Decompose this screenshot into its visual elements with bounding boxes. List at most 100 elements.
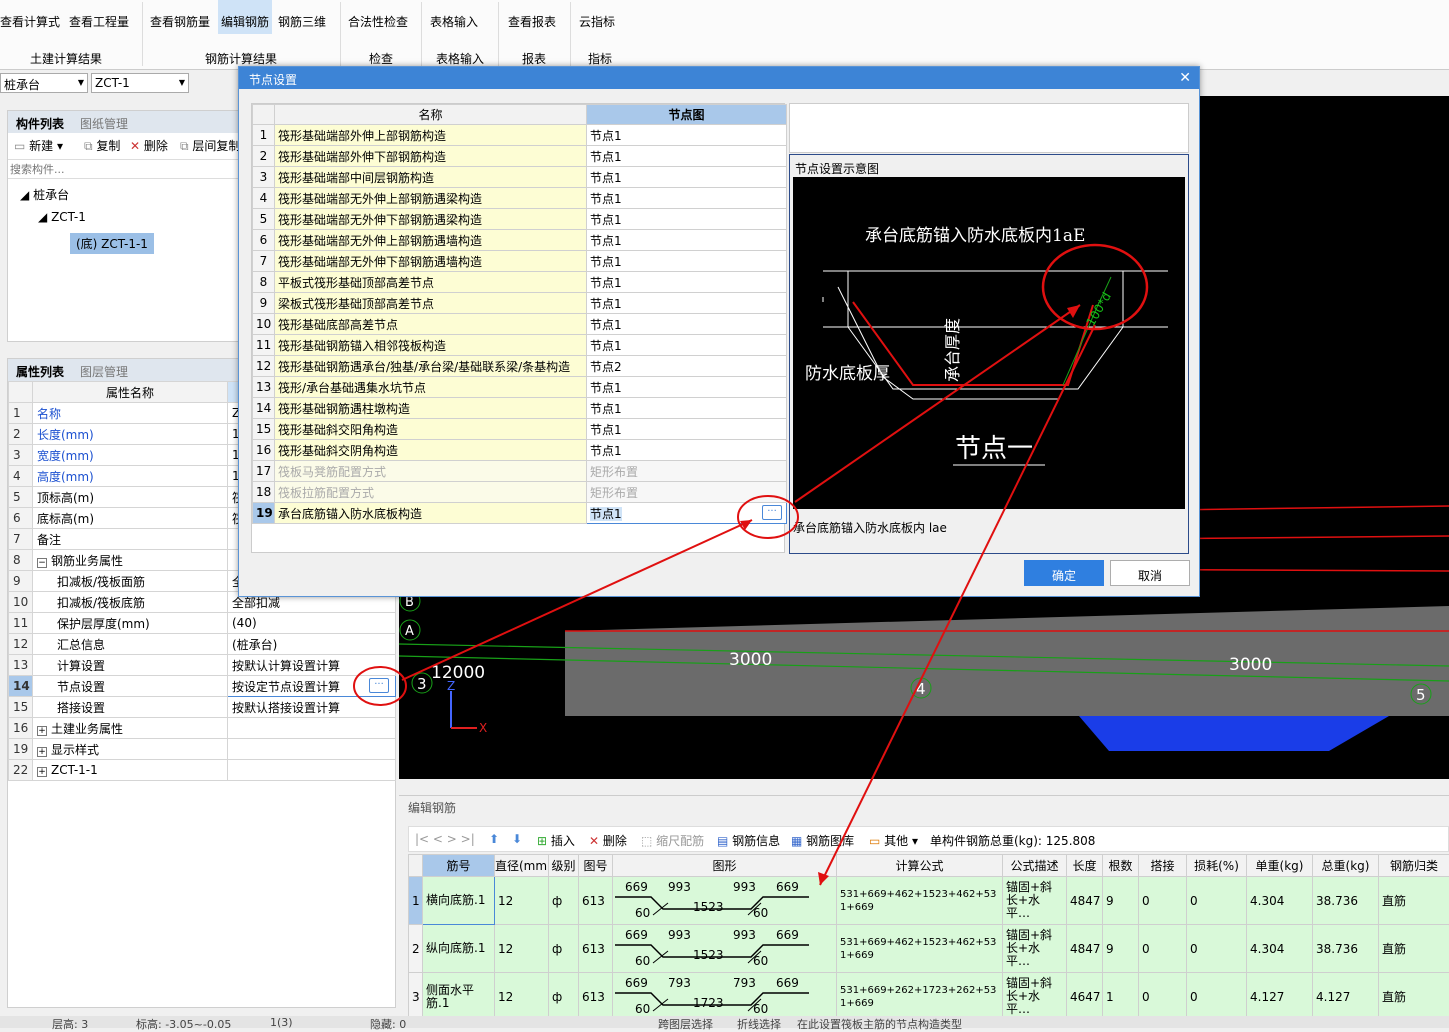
node-value[interactable]: 节点1 <box>587 188 787 209</box>
layer-copy-button[interactable]: ⧉ 层间复制 <box>180 137 240 154</box>
ribbon-legality-check-button[interactable]: 合法性检查 <box>348 13 408 30</box>
node-value[interactable]: 矩形布置 <box>587 461 787 482</box>
component-name-select[interactable]: ZCT-1▼ <box>91 73 189 93</box>
ribbon-view-rebar-button[interactable]: 查看钢筋量 <box>150 13 210 30</box>
rebar-diameter[interactable]: 12 <box>495 925 549 973</box>
node-row[interactable]: 10筏形基础底部高差节点节点1 <box>253 314 787 335</box>
node-row[interactable]: 15筏形基础斜交阳角构造节点1 <box>253 419 787 440</box>
node-value[interactable]: 节点1··· <box>587 503 787 524</box>
node-value[interactable]: 节点1 <box>587 440 787 461</box>
node-value[interactable]: 节点1 <box>587 125 787 146</box>
rebar-count[interactable]: 9 <box>1103 925 1139 973</box>
property-row[interactable]: 16+土建业务属性 <box>9 718 396 739</box>
node-value[interactable]: 节点1 <box>587 398 787 419</box>
property-value[interactable]: 按默认计算设置计算 <box>228 655 396 676</box>
node-value[interactable]: 节点1 <box>587 167 787 188</box>
node-value[interactable]: 节点1 <box>587 314 787 335</box>
rebar-count[interactable]: 9 <box>1103 877 1139 925</box>
rebar-delete-button[interactable]: ✕ 删除 <box>589 832 627 849</box>
rebar-level[interactable]: ф <box>549 877 579 925</box>
node-row[interactable]: 1筏形基础端部外伸上部钢筋构造节点1 <box>253 125 787 146</box>
component-search-input[interactable] <box>8 159 238 179</box>
node-value[interactable]: 矩形布置 <box>587 482 787 503</box>
rebar-formula[interactable]: 531+669+262+1723+262+531+669 <box>837 973 1003 1021</box>
node-row[interactable]: 4筏形基础端部无外伸上部钢筋遇梁构造节点1 <box>253 188 787 209</box>
component-type-select[interactable]: 桩承台▼ <box>0 73 88 93</box>
rebar-figure-no[interactable]: 613 <box>579 877 613 925</box>
property-row[interactable]: 11保护层厚度(mm)(40) <box>9 613 396 634</box>
rebar-formula[interactable]: 531+669+462+1523+462+531+669 <box>837 877 1003 925</box>
tree-item-pile-cap[interactable]: ◢ 桩承台 <box>20 186 69 203</box>
rebar-formula-desc[interactable]: 锚固+斜长+水平… <box>1003 877 1067 925</box>
cancel-button[interactable]: 取消 <box>1110 560 1190 586</box>
node-row[interactable]: 3筏形基础端部中间层钢筋构造节点1 <box>253 167 787 188</box>
rebar-library-button[interactable]: ▦ 钢筋图库 <box>791 832 854 849</box>
node-value[interactable]: 节点1 <box>587 377 787 398</box>
tree-item-zct-1[interactable]: ◢ ZCT-1 <box>38 210 86 224</box>
property-value[interactable]: (桩承台) <box>228 634 396 655</box>
expand-toggle-icon[interactable]: + <box>37 747 47 757</box>
tab-drawing-manage[interactable]: 图纸管理 <box>80 115 128 132</box>
tree-item-zct-1-1[interactable]: (底) ZCT-1-1 <box>70 233 154 254</box>
tab-layer-manage[interactable]: 图层管理 <box>80 363 128 380</box>
rebar-category[interactable]: 直筋 <box>1379 973 1449 1021</box>
rebar-count[interactable]: 1 <box>1103 973 1139 1021</box>
property-row[interactable]: 15搭接设置按默认搭接设置计算 <box>9 697 396 718</box>
tab-property-list[interactable]: 属性列表 <box>16 363 64 380</box>
rebar-lap[interactable]: 0 <box>1139 925 1187 973</box>
node-row[interactable]: 8平板式筏形基础顶部高差节点节点1 <box>253 272 787 293</box>
ribbon-table-input-button[interactable]: 表格输入 <box>430 13 478 30</box>
rebar-level[interactable]: ф <box>549 973 579 1021</box>
node-value[interactable]: 节点1 <box>587 293 787 314</box>
ribbon-view-quantity-button[interactable]: 查看工程量 <box>69 13 129 30</box>
rebar-info-button[interactable]: ▤ 钢筋信息 <box>717 832 780 849</box>
node-row[interactable]: 11筏形基础钢筋锚入相邻筏板构造节点1 <box>253 335 787 356</box>
property-value[interactable] <box>228 760 396 781</box>
node-value[interactable]: 节点2 <box>587 356 787 377</box>
property-row[interactable]: 12汇总信息(桩承台) <box>9 634 396 655</box>
scale-rebar-button[interactable]: ⬚ 缩尺配筋 <box>641 832 704 849</box>
move-down-icon[interactable]: ⬇ <box>512 832 522 846</box>
status-item[interactable]: 跨图层选择 <box>658 1016 713 1032</box>
rebar-row[interactable]: 2纵向底筋.112ф61366999399366960152360531+669… <box>409 925 1449 973</box>
rebar-name[interactable]: 纵向底筋.1 <box>423 925 495 973</box>
property-row[interactable]: 13计算设置按默认计算设置计算 <box>9 655 396 676</box>
rebar-name[interactable]: 横向底筋.1 <box>423 877 495 925</box>
property-row[interactable]: 19+显示样式 <box>9 739 396 760</box>
rebar-shape-cell[interactable]: 66979379366960172360 <box>613 973 837 1021</box>
rebar-lap[interactable]: 0 <box>1139 973 1187 1021</box>
status-item[interactable]: 折线选择 <box>737 1016 781 1032</box>
node-row[interactable]: 16筏形基础斜交阴角构造节点1 <box>253 440 787 461</box>
delete-button[interactable]: ✕ 删除 <box>130 137 168 154</box>
node-value[interactable]: 节点1 <box>587 146 787 167</box>
rebar-lap[interactable]: 0 <box>1139 877 1187 925</box>
move-up-icon[interactable]: ⬆ <box>489 832 499 846</box>
rebar-name[interactable]: 侧面水平筋.1 <box>423 973 495 1021</box>
ellipsis-button[interactable]: ··· <box>762 505 782 520</box>
node-row[interactable]: 17筏板马凳筋配置方式矩形布置 <box>253 461 787 482</box>
rebar-figure-no[interactable]: 613 <box>579 973 613 1021</box>
node-value[interactable]: 节点1 <box>587 230 787 251</box>
property-row[interactable]: 22+ZCT-1-1 <box>9 760 396 781</box>
ellipsis-button[interactable]: ··· <box>369 678 389 693</box>
property-value[interactable]: 按设定节点设置计算··· <box>228 676 396 697</box>
node-row[interactable]: 19承台底筋锚入防水底板构造节点1··· <box>253 503 787 524</box>
rebar-level[interactable]: ф <box>549 925 579 973</box>
other-button[interactable]: ▭ 其他 ▾ <box>869 832 918 849</box>
rebar-figure-no[interactable]: 613 <box>579 925 613 973</box>
ok-button[interactable]: 确定 <box>1024 560 1104 586</box>
rebar-category[interactable]: 直筋 <box>1379 925 1449 973</box>
rebar-loss[interactable]: 0 <box>1187 877 1247 925</box>
property-value[interactable] <box>228 739 396 760</box>
ribbon-view-report-button[interactable]: 查看报表 <box>508 13 556 30</box>
nav-first-prev-next-last[interactable]: |< < > >| <box>415 832 475 846</box>
node-value[interactable]: 节点1 <box>587 209 787 230</box>
expand-toggle-icon[interactable]: + <box>37 726 47 736</box>
rebar-shape-cell[interactable]: 66999399366960152360 <box>613 925 837 973</box>
rebar-shape-cell[interactable]: 66999399366960152360 <box>613 877 837 925</box>
ribbon-rebar-3d-button[interactable]: 钢筋三维 <box>278 13 326 30</box>
rebar-formula[interactable]: 531+669+462+1523+462+531+669 <box>837 925 1003 973</box>
node-row[interactable]: 2筏形基础端部外伸下部钢筋构造节点1 <box>253 146 787 167</box>
node-row[interactable]: 7筏形基础端部无外伸下部钢筋遇墙构造节点1 <box>253 251 787 272</box>
node-row[interactable]: 9梁板式筏形基础顶部高差节点节点1 <box>253 293 787 314</box>
